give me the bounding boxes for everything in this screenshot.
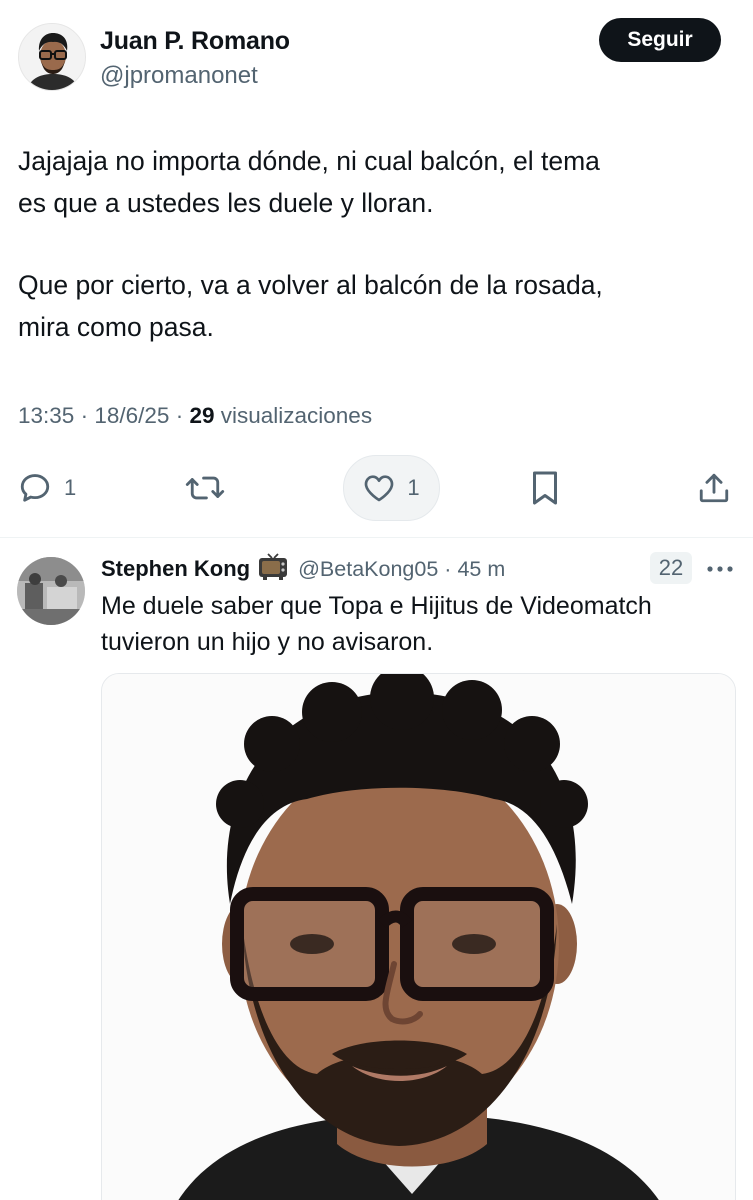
reply-text-line: Me duele saber que Topa e Hijitus de Vid… — [101, 592, 652, 620]
author-name[interactable]: Juan P. Romano — [100, 27, 290, 56]
reply-count: 1 — [64, 475, 77, 500]
meta-separator: · — [80, 403, 89, 428]
share-upload-icon — [699, 473, 729, 503]
reply-author-avatar[interactable] — [17, 557, 85, 625]
retweet-icon — [185, 476, 225, 500]
heart-icon — [365, 475, 394, 502]
speech-bubble-icon — [20, 474, 50, 502]
bookmark-icon — [533, 471, 557, 505]
reply-author-handle[interactable]: @BetaKong05 — [298, 557, 438, 582]
reply-badge: 22 — [650, 552, 692, 584]
like-count: 1 — [407, 475, 420, 500]
meta-separator: · — [175, 403, 184, 428]
tweet-text-line: Que por cierto, va a volver al balcón de… — [18, 270, 603, 300]
author-handle[interactable]: @jpromanonet — [100, 62, 258, 90]
views-count: 29 — [189, 403, 215, 428]
tweet-text-line: es que a ustedes les duele y lloran. — [18, 188, 434, 218]
tweet-time[interactable]: 13:35 — [18, 403, 74, 428]
author-avatar-image — [19, 24, 85, 90]
reply-header: Stephen Kong @BetaKong05 · 45 m — [101, 552, 505, 586]
tweet-date[interactable]: 18/6/25 — [94, 403, 169, 428]
tweet-text-line: mira como pasa. — [18, 312, 214, 342]
like-button[interactable]: 1 — [343, 455, 440, 521]
share-button[interactable] — [697, 455, 731, 521]
reply-avatar-image — [17, 557, 85, 625]
reply-button[interactable]: 1 — [18, 455, 76, 521]
media-image[interactable] — [101, 673, 736, 1200]
more-dots-icon[interactable] — [706, 564, 734, 574]
follow-button[interactable]: Seguir — [599, 18, 721, 62]
divider — [0, 537, 753, 538]
retweet-button[interactable] — [185, 455, 225, 521]
portrait-photo — [102, 674, 735, 1200]
tweet-text-line: Jajajaja no importa dónde, ni cual balcó… — [18, 146, 600, 176]
views-label: visualizaciones — [220, 403, 373, 428]
reply-time[interactable]: 45 m — [457, 557, 505, 582]
tweet-text: Jajajaja no importa dónde, ni cual balcó… — [18, 140, 738, 348]
author-avatar[interactable] — [18, 23, 86, 91]
reply-author-name[interactable]: Stephen Kong — [101, 556, 250, 582]
action-bar: 1 1 — [0, 455, 753, 525]
reply-text-line: tuvieron un hijo y no avisaron. — [101, 628, 434, 656]
tweet-meta: 13:35 · 18/6/25 · 29 visualizaciones — [18, 403, 372, 429]
main-tweet-header: Juan P. Romano @jpromanonet Seguir — [0, 0, 753, 110]
television-emoji-icon — [258, 552, 288, 586]
reply-text: Me duele saber que Topa e Hijitus de Vid… — [101, 588, 741, 660]
reply-separator: · — [444, 556, 452, 581]
bookmark-button[interactable] — [530, 455, 560, 521]
